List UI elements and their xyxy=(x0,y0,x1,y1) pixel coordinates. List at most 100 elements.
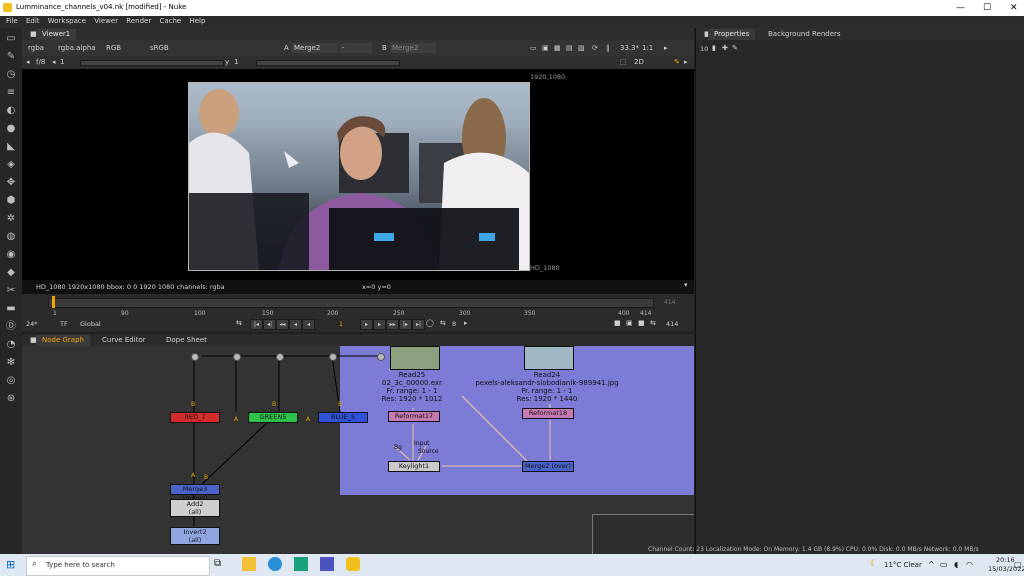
notification-icon[interactable]: ▢ xyxy=(1014,560,1022,569)
menu-edit[interactable]: Edit xyxy=(26,17,40,25)
next-frame-step-icon[interactable]: ▸▸ xyxy=(386,319,399,330)
task-view-icon[interactable]: ⧉ xyxy=(214,558,221,569)
a-input-dropdown[interactable]: Merge2 xyxy=(292,43,338,53)
minimize-button[interactable]: — xyxy=(956,3,965,13)
teams-icon[interactable] xyxy=(320,557,334,571)
tab-curve-editor[interactable]: Curve Editor xyxy=(96,335,152,346)
playhead[interactable] xyxy=(52,296,55,308)
channels-dropdown[interactable]: rgba xyxy=(28,43,44,53)
frame-slider[interactable] xyxy=(48,298,654,308)
prev-keyframe-icon[interactable]: ◂| xyxy=(263,319,276,330)
lut-dropdown[interactable]: sRGB xyxy=(150,43,169,53)
draw-nodes-icon[interactable]: ✎ xyxy=(4,50,18,64)
menu-file[interactable]: File xyxy=(6,17,18,25)
particles-nodes-icon[interactable]: ✲ xyxy=(4,212,18,226)
lock-icon[interactable]: ▧ xyxy=(578,43,585,53)
shuffle-node-red[interactable]: RED_7 xyxy=(170,412,220,423)
info-bar-menu-icon[interactable]: ▾ xyxy=(684,281,688,289)
play-backward-icon[interactable]: ◂ xyxy=(289,319,302,330)
proxy-ratio-dropdown[interactable]: 1:1 xyxy=(642,43,653,53)
gamma-slider[interactable] xyxy=(256,60,400,66)
roi-select-icon[interactable]: ⬚ xyxy=(620,57,627,67)
close-button[interactable]: ✕ xyxy=(1010,3,1018,13)
dot-node[interactable] xyxy=(276,353,284,361)
viewer-settings-icon[interactable]: ▸ xyxy=(664,43,668,53)
nuke-taskbar-icon[interactable] xyxy=(346,557,360,571)
channel-nodes-icon[interactable]: ≡ xyxy=(4,86,18,100)
merge3-node[interactable]: Merge3 (minus) xyxy=(170,484,220,502)
tray-overflow-icon[interactable]: ^ xyxy=(928,560,935,569)
node-graph-canvas[interactable]: B B B A A A B RED_7 GREEN5 BLUE_5 Merge3… xyxy=(22,346,694,554)
read25-thumbnail[interactable] xyxy=(390,346,440,370)
views-nodes-icon[interactable]: ◉ xyxy=(4,248,18,262)
gamma-field[interactable]: 1 xyxy=(234,57,238,67)
merge-op-dropdown[interactable]: - xyxy=(340,43,372,53)
flipbook-icon[interactable]: ■ xyxy=(614,319,621,327)
gear-icon[interactable]: ✻ xyxy=(4,356,18,370)
taskbar-time[interactable]: 20:16 xyxy=(996,556,1015,564)
mask-icon[interactable]: ▤ xyxy=(566,43,573,53)
dot-node[interactable] xyxy=(233,353,241,361)
viewer-options-icon[interactable]: ▸ xyxy=(684,57,688,67)
float-panel-icon[interactable]: ✚ xyxy=(722,44,728,52)
fstop-value[interactable]: f/8 xyxy=(36,57,45,67)
increment-icon[interactable]: ⇆ xyxy=(440,319,446,327)
merge2-node[interactable]: Merge2 (over) xyxy=(522,461,574,472)
frame-end-icon[interactable]: ▸| xyxy=(412,319,425,330)
volume-icon[interactable]: ◖ xyxy=(954,560,958,569)
shuffle-node-green[interactable]: GREEN5 xyxy=(248,412,298,423)
prev-frame-icon[interactable]: ◂ xyxy=(302,319,315,330)
play-forward-icon[interactable]: ▸ xyxy=(373,319,386,330)
image-nodes-icon[interactable]: ▭ xyxy=(4,32,18,46)
tab-dope-sheet[interactable]: Dope Sheet xyxy=(160,335,213,346)
furnace-nodes-icon[interactable]: Ⓓ xyxy=(4,320,18,334)
3d-nodes-icon[interactable]: ⬢ xyxy=(4,194,18,208)
time-nodes-icon[interactable]: ◷ xyxy=(4,68,18,82)
range-lock-icon[interactable]: ⇆ xyxy=(650,319,656,327)
loop-icon[interactable]: ⇆ xyxy=(236,319,242,327)
dot-node[interactable] xyxy=(377,353,385,361)
menu-cache[interactable]: Cache xyxy=(159,17,181,25)
wifi-icon[interactable]: ◠ xyxy=(966,560,973,569)
read24-thumbnail[interactable] xyxy=(524,346,574,370)
menu-workspace[interactable]: Workspace xyxy=(48,17,86,25)
tab-properties[interactable]: Properties xyxy=(708,29,756,40)
end-frame-field[interactable]: 414 xyxy=(666,320,678,328)
paint-icon[interactable]: ✎ xyxy=(674,57,680,67)
skip-frames-icon[interactable]: ▸ xyxy=(464,319,468,327)
roi-icon[interactable]: ▭ xyxy=(530,43,537,53)
edit-icon[interactable]: ✎ xyxy=(732,44,738,52)
edge-icon[interactable] xyxy=(268,557,282,571)
app-icon[interactable] xyxy=(294,557,308,571)
merge-nodes-icon[interactable]: ◈ xyxy=(4,158,18,172)
reformat18-node[interactable]: Reformat18 xyxy=(522,408,574,419)
view-mode-dropdown[interactable]: 2D xyxy=(634,57,644,67)
menu-viewer[interactable]: Viewer xyxy=(94,17,118,25)
stop-icon[interactable]: ◯ xyxy=(426,319,434,327)
fstop-icon[interactable]: ◂ xyxy=(26,57,30,67)
frame-start-icon[interactable]: |◂ xyxy=(250,319,263,330)
other-nodes-icon[interactable]: ▬ xyxy=(4,302,18,316)
maximize-button[interactable]: ☐ xyxy=(983,3,991,13)
network-icon[interactable]: ▭ xyxy=(940,560,948,569)
prev-frame-step-icon[interactable]: ◂◂ xyxy=(276,319,289,330)
metadata-nodes-icon[interactable]: ◆ xyxy=(4,266,18,280)
clip-warning-icon[interactable]: ▣ xyxy=(542,43,549,53)
b-input-dropdown[interactable]: Merge2 xyxy=(390,43,436,53)
ofx-nodes-icon[interactable]: ◔ xyxy=(4,338,18,352)
filter-nodes-icon[interactable]: ● xyxy=(4,122,18,136)
add2-node[interactable]: Add2 (all) xyxy=(170,499,220,517)
out-point-icon[interactable]: ■ xyxy=(638,319,645,327)
reformat17-node[interactable]: Reformat17 xyxy=(388,411,440,422)
pause-icon[interactable]: ‖ xyxy=(606,43,610,53)
frame-increment-field[interactable]: 8 xyxy=(452,320,456,328)
invert2-node[interactable]: Invert2 (all) xyxy=(170,527,220,545)
menu-render[interactable]: Render xyxy=(126,17,151,25)
refresh-icon[interactable]: ⟳ xyxy=(592,43,598,53)
plugin-a-icon[interactable]: ◎ xyxy=(4,374,18,388)
tab-background-renders[interactable]: Background Renders xyxy=(762,29,847,40)
checker-icon[interactable]: ▦ xyxy=(554,43,561,53)
display-mode-dropdown[interactable]: RGB xyxy=(106,43,121,53)
gain-slider[interactable] xyxy=(80,60,224,66)
dot-node[interactable] xyxy=(191,353,199,361)
